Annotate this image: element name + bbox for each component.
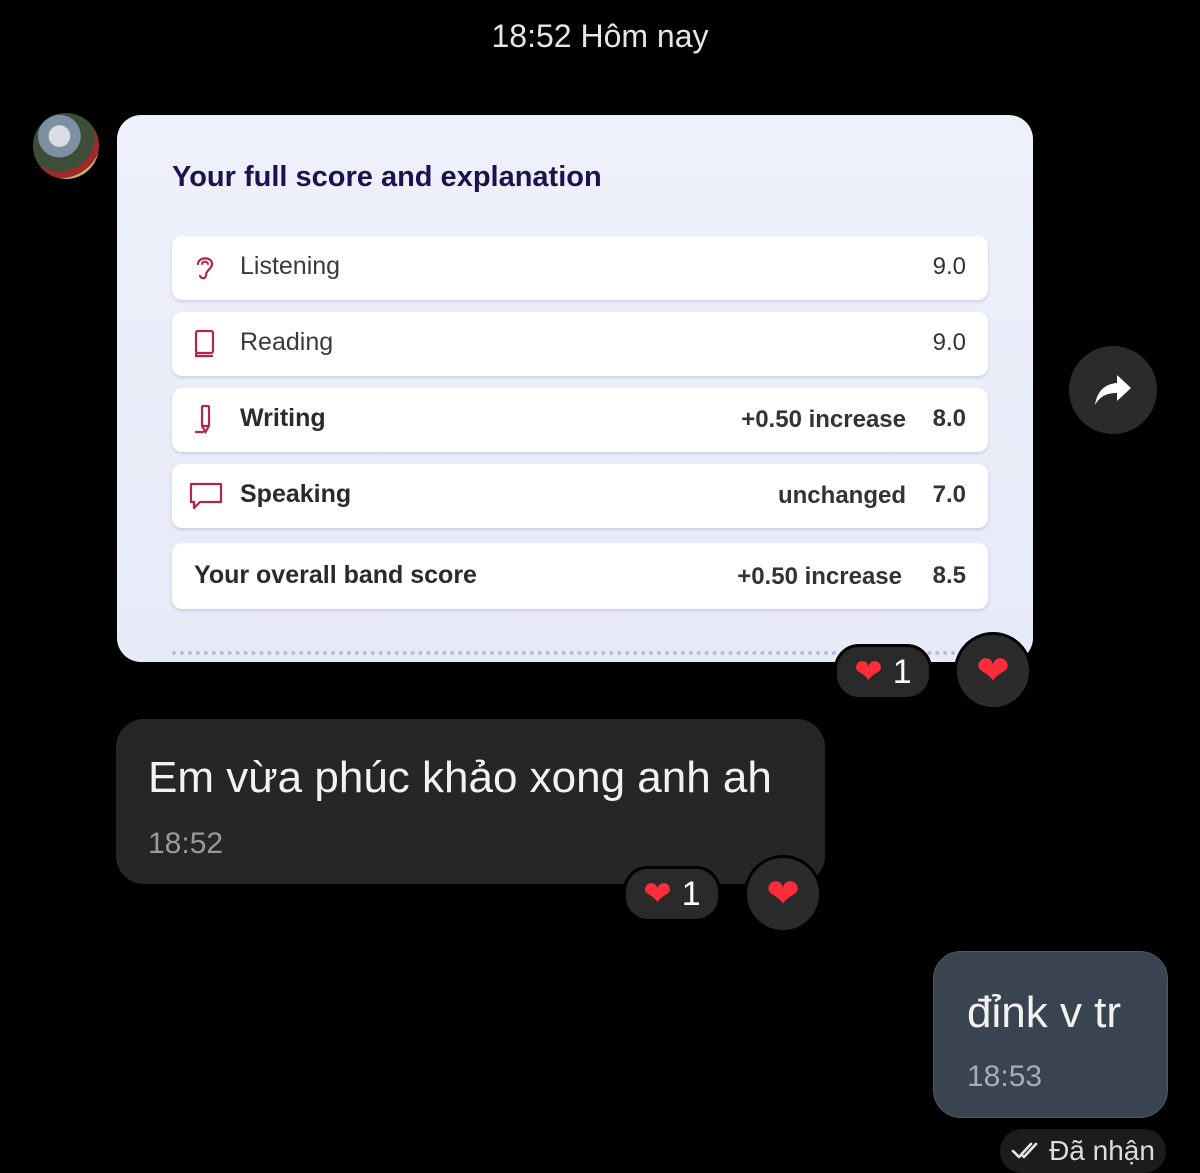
- score-card-image[interactable]: Your full score and explanation Listenin…: [117, 115, 1033, 662]
- row-score: 9.0: [932, 253, 966, 280]
- card-add-reaction-button[interactable]: ❤: [954, 632, 1032, 710]
- message-add-reaction-button[interactable]: ❤: [744, 855, 822, 933]
- reaction-count: 1: [892, 652, 912, 691]
- outgoing-message-bubble[interactable]: đỉnk v tr 18:53: [933, 951, 1168, 1118]
- row-label: Writing: [240, 404, 326, 432]
- heart-icon: ❤: [976, 649, 1010, 693]
- row-score: 9.0: [932, 329, 966, 356]
- score-row-listening: Listening 9.0: [172, 236, 988, 300]
- row-score: 7.0: [932, 481, 966, 508]
- row-label: Reading: [240, 328, 334, 356]
- message-time: 18:52: [148, 827, 224, 860]
- row-label: Speaking: [240, 480, 352, 508]
- score-row-writing: Writing +0.50 increase 8.0: [172, 388, 988, 452]
- heart-icon: ❤: [854, 653, 883, 691]
- score-row-reading: Reading 9.0: [172, 312, 988, 376]
- overall-change: +0.50 increase: [737, 563, 902, 590]
- heart-icon: ❤: [766, 872, 800, 916]
- reaction-count: 1: [681, 874, 701, 913]
- message-reaction-count[interactable]: ❤ 1: [623, 866, 721, 922]
- row-score: 8.0: [932, 405, 966, 432]
- double-check-icon: [1011, 1142, 1038, 1159]
- overall-score-row: Your overall band score +0.50 increase 8…: [172, 543, 988, 609]
- card-title: Your full score and explanation: [172, 161, 602, 193]
- book-icon: [194, 329, 215, 358]
- message-time: 18:53: [967, 1060, 1043, 1093]
- message-text: Em vừa phúc khảo xong anh ah: [148, 753, 772, 802]
- sender-avatar[interactable]: [33, 113, 99, 179]
- overall-score: 8.5: [932, 562, 966, 589]
- heart-icon: ❤: [643, 875, 672, 913]
- row-change: +0.50 increase: [741, 406, 906, 433]
- forward-button[interactable]: [1069, 346, 1157, 434]
- speech-bubble-icon: [189, 482, 223, 510]
- status-label: Đã nhận: [1049, 1135, 1155, 1166]
- row-change: unchanged: [777, 482, 906, 509]
- card-reaction-count[interactable]: ❤ 1: [834, 644, 932, 700]
- row-label: Listening: [240, 252, 341, 280]
- incoming-message-bubble[interactable]: Em vừa phúc khảo xong anh ah 18:52: [116, 719, 825, 884]
- date-header: 18:52 Hôm nay: [491, 18, 709, 54]
- delivery-status: Đã nhận: [1000, 1129, 1166, 1173]
- pen-icon: [194, 404, 211, 434]
- forward-arrow-icon: [1095, 375, 1131, 405]
- message-text: đỉnk v tr: [967, 988, 1122, 1037]
- overall-label: Your overall band score: [194, 561, 477, 589]
- ear-icon: [196, 257, 214, 280]
- score-row-speaking: Speaking unchanged 7.0: [172, 464, 988, 528]
